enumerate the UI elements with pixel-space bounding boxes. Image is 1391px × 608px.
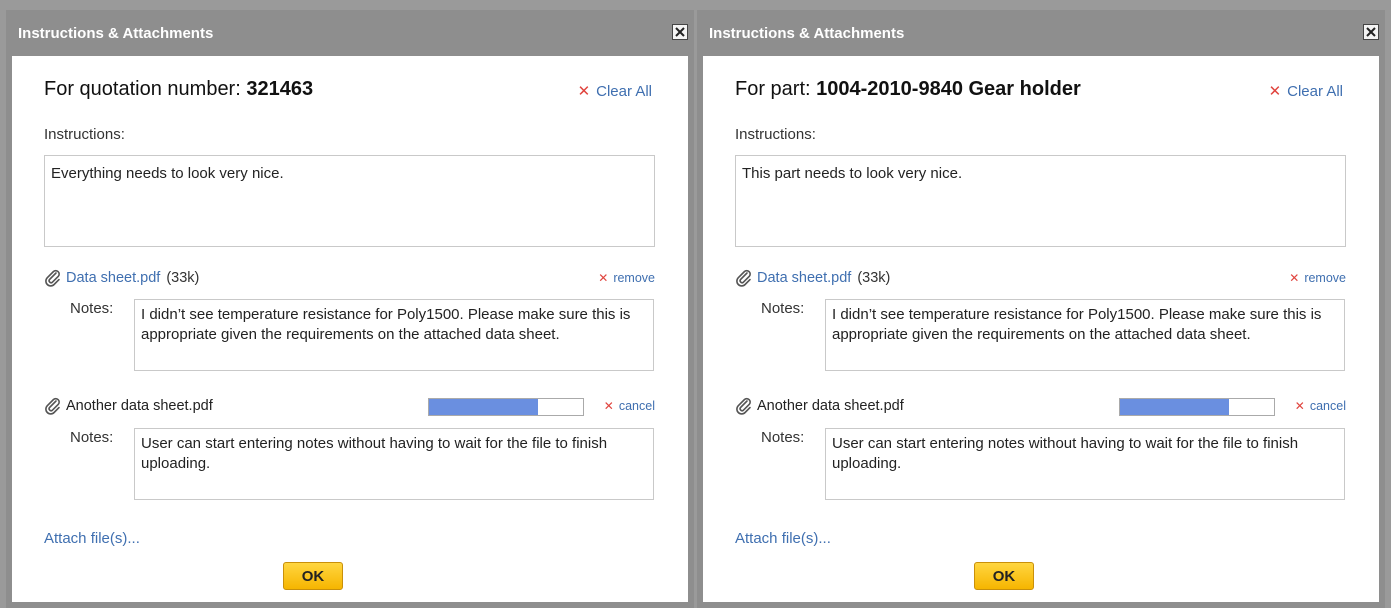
- notes-label: Notes:: [70, 429, 114, 446]
- dialog-title: Instructions & Attachments: [709, 25, 905, 42]
- upload-progress-bar: [428, 398, 584, 416]
- paperclip-icon: [736, 269, 751, 287]
- attach-files-link[interactable]: Attach file(s)...: [44, 530, 140, 547]
- attachment-link[interactable]: Data sheet.pdf: [66, 270, 160, 286]
- upload-progress-fill: [429, 399, 539, 415]
- attachment-notes-field[interactable]: I didn’t see temperature resistance for …: [134, 299, 654, 371]
- dialog-heading: For part: 1004-2010-9840 Gear holder: [735, 78, 1081, 101]
- dialog-heading: For quotation number: 321463: [44, 78, 313, 101]
- paperclip-icon: [45, 269, 60, 287]
- remove-icon: ✕: [598, 271, 609, 285]
- remove-label: remove: [1304, 271, 1346, 285]
- ok-button[interactable]: OK: [974, 562, 1034, 590]
- instructions-textarea[interactable]: Everything needs to look very nice.: [44, 155, 655, 247]
- attachment-notes-field[interactable]: User can start entering notes without ha…: [825, 428, 1345, 500]
- heading-prefix: For quotation number:: [44, 78, 247, 100]
- close-button[interactable]: [1363, 24, 1379, 40]
- notes-label: Notes:: [70, 300, 114, 317]
- notes-label: Notes:: [761, 429, 805, 446]
- quotation-number: 321463: [246, 78, 314, 100]
- attachment-row: Data sheet.pdf (33k) ✕ remove: [44, 269, 655, 289]
- instructions-label: Instructions:: [44, 126, 125, 143]
- paperclip-icon: [736, 397, 751, 415]
- close-icon: [675, 27, 685, 37]
- ok-button[interactable]: OK: [283, 562, 343, 590]
- cancel-icon: ✕: [1294, 399, 1305, 413]
- attachment-notes-field[interactable]: User can start entering notes without ha…: [134, 428, 654, 500]
- attachment-row: Data sheet.pdf (33k) ✕ remove: [735, 269, 1346, 289]
- dialog-titlebar: Instructions & Attachments: [697, 10, 1385, 56]
- remove-attachment-button[interactable]: ✕ remove: [598, 271, 655, 285]
- remove-label: remove: [613, 271, 655, 285]
- instructions-dialog-part: Instructions & Attachments For part: 100…: [697, 10, 1385, 608]
- attachment-link[interactable]: Data sheet.pdf: [757, 270, 851, 286]
- clear-all-label: Clear All: [596, 82, 652, 100]
- attachment-size: (33k): [166, 270, 200, 286]
- cancel-label: cancel: [618, 399, 655, 413]
- notes-label: Notes:: [761, 300, 805, 317]
- instructions-textarea[interactable]: This part needs to look very nice.: [735, 155, 1346, 247]
- uploading-attachment-row: Another data sheet.pdf ✕ cancel: [735, 397, 1346, 417]
- clear-all-button[interactable]: ✕ Clear All: [577, 82, 652, 101]
- cancel-upload-button[interactable]: ✕ cancel: [1295, 399, 1346, 413]
- upload-progress-fill: [1120, 399, 1230, 415]
- attachment-size: (33k): [857, 270, 891, 286]
- instructions-dialog-quotation: Instructions & Attachments For quotation…: [6, 10, 694, 608]
- part-number: 1004-2010-9840 Gear holder: [816, 78, 1081, 100]
- heading-prefix: For part:: [735, 78, 817, 100]
- uploading-attachment-row: Another data sheet.pdf ✕ cancel: [44, 397, 655, 417]
- upload-progress-bar: [1119, 398, 1275, 416]
- dialog-title: Instructions & Attachments: [18, 25, 214, 42]
- remove-icon: ✕: [1289, 271, 1300, 285]
- clear-all-button[interactable]: ✕ Clear All: [1268, 82, 1343, 101]
- close-icon: [1366, 27, 1376, 37]
- cancel-icon: ✕: [603, 399, 614, 413]
- clear-icon: ✕: [1268, 83, 1282, 100]
- clear-icon: ✕: [577, 83, 591, 100]
- attachment-notes-field[interactable]: I didn’t see temperature resistance for …: [825, 299, 1345, 371]
- remove-attachment-button[interactable]: ✕ remove: [1289, 271, 1346, 285]
- dialog-titlebar: Instructions & Attachments: [6, 10, 694, 56]
- cancel-upload-button[interactable]: ✕ cancel: [604, 399, 655, 413]
- uploading-file-name: Another data sheet.pdf: [66, 398, 213, 414]
- clear-all-label: Clear All: [1287, 82, 1343, 100]
- paperclip-icon: [45, 397, 60, 415]
- attach-files-link[interactable]: Attach file(s)...: [735, 530, 831, 547]
- cancel-label: cancel: [1309, 399, 1346, 413]
- uploading-file-name: Another data sheet.pdf: [757, 398, 904, 414]
- close-button[interactable]: [672, 24, 688, 40]
- instructions-label: Instructions:: [735, 126, 816, 143]
